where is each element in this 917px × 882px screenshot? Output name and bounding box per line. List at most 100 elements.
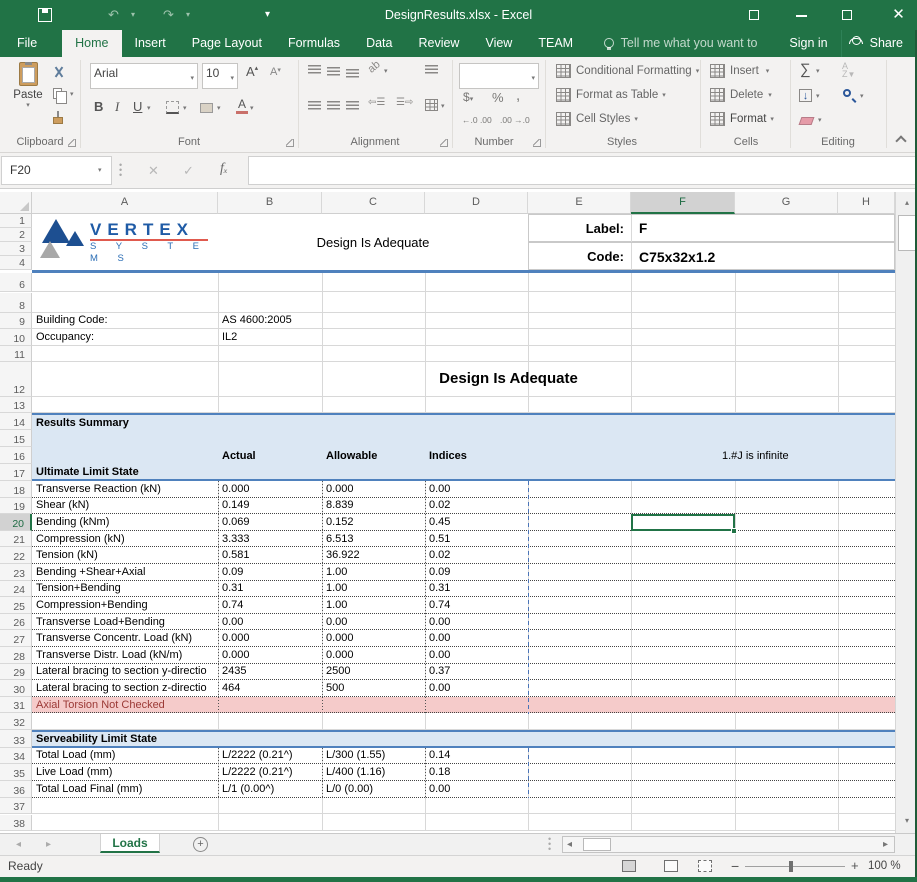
maximize-button[interactable] [832, 0, 862, 30]
tab-page-layout[interactable]: Page Layout [179, 30, 275, 57]
cell-D23[interactable]: 0.09 [425, 564, 528, 580]
cell-D29[interactable]: 0.37 [425, 664, 528, 680]
cell-B19[interactable]: 0.149 [218, 498, 322, 514]
header-title-cell[interactable]: Design Is Adequate [218, 214, 528, 270]
cell-D20[interactable]: 0.45 [425, 514, 528, 530]
cell-A22[interactable]: Tension (kN) [32, 547, 218, 563]
bold-button[interactable]: B [94, 99, 103, 114]
cell-C27[interactable]: 0.000 [322, 630, 425, 646]
clear-icon[interactable] [799, 117, 815, 125]
cell-B9[interactable]: AS 4600:2005 [218, 313, 322, 329]
cell-C28[interactable]: 0.000 [322, 647, 425, 663]
paste-button[interactable]: Paste ▾ [8, 62, 48, 109]
hscroll-right-icon[interactable]: ▸ [883, 837, 888, 853]
borders-dropdown-icon[interactable]: ▾ [183, 104, 187, 112]
row-header-23[interactable]: 23 [0, 564, 32, 581]
cell-C22[interactable]: 36.922 [322, 547, 425, 563]
column-header-h[interactable]: H [838, 192, 895, 214]
find-select-icon[interactable] [843, 89, 851, 97]
row-header-33[interactable]: 33 [0, 730, 32, 748]
row-header-35[interactable]: 35 [0, 764, 32, 781]
autosum-dropdown-icon[interactable]: ▾ [816, 67, 820, 75]
clear-dropdown-icon[interactable]: ▾ [818, 116, 822, 124]
cell-A31[interactable]: Axial Torsion Not Checked [32, 697, 218, 713]
cell-C23[interactable]: 1.00 [322, 564, 425, 580]
cell-D18[interactable]: 0.00 [425, 481, 528, 497]
row-header-12[interactable]: 12 [0, 362, 32, 397]
cell-D30[interactable]: 0.00 [425, 680, 528, 696]
underline-dropdown-icon[interactable]: ▾ [147, 104, 151, 112]
tab-team[interactable]: TEAM [525, 30, 586, 57]
row-header-1[interactable]: 1 [0, 214, 32, 228]
comma-style-icon[interactable]: , [516, 87, 520, 104]
cell-B23[interactable]: 0.09 [218, 564, 322, 580]
tab-file[interactable]: File [0, 30, 54, 57]
cell-B24[interactable]: 0.31 [218, 581, 322, 597]
cell-D25[interactable]: 0.74 [425, 597, 528, 613]
number-dialog-launcher-icon[interactable] [533, 139, 541, 147]
cell-A23[interactable]: Bending +Shear+Axial [32, 564, 218, 580]
clipboard-dialog-launcher-icon[interactable] [68, 139, 76, 147]
tab-formulas[interactable]: Formulas [275, 30, 353, 57]
row-header-37[interactable]: 37 [0, 798, 32, 815]
zoom-level[interactable]: 100 % [868, 860, 901, 872]
cell-D22[interactable]: 0.02 [425, 547, 528, 563]
column-header-e[interactable]: E [528, 192, 631, 214]
row-header-24[interactable]: 24 [0, 581, 32, 598]
align-middle-icon[interactable] [327, 67, 340, 76]
align-center-icon[interactable] [327, 101, 340, 110]
shrink-font-icon[interactable]: A▾ [270, 66, 281, 78]
row-header-11[interactable]: 11 [0, 346, 32, 363]
close-button[interactable]: ✕ [880, 0, 917, 30]
column-header-a[interactable]: A [32, 192, 218, 214]
row-header-9[interactable]: 9 [0, 313, 32, 330]
cell-B18[interactable]: 0.000 [218, 481, 322, 497]
cell-C24[interactable]: 1.00 [322, 581, 425, 597]
page-layout-view-icon[interactable] [664, 860, 678, 872]
sheet-nav-prev-icon[interactable]: ◂ [16, 834, 21, 855]
row-header-6[interactable]: 6 [0, 273, 32, 292]
cell-C36[interactable]: L/0 (0.00) [322, 781, 425, 797]
cell-B22[interactable]: 0.581 [218, 547, 322, 563]
cell-C21[interactable]: 6.513 [322, 531, 425, 547]
tell-me-text[interactable]: Tell me what you want to do... [621, 30, 777, 57]
font-color-icon[interactable]: A [236, 99, 248, 114]
format-as-table-button[interactable]: Format as Table▾ [556, 88, 666, 102]
row-header-14[interactable]: 14 [0, 413, 32, 430]
row-header-16[interactable]: 16 [0, 447, 32, 464]
cell-B10[interactable]: IL2 [218, 329, 322, 345]
tab-review[interactable]: Review [405, 30, 472, 57]
font-dialog-launcher-icon[interactable] [286, 139, 294, 147]
font-size-combobox[interactable]: 10▾ [202, 63, 238, 89]
cell-A17[interactable]: Ultimate Limit State [32, 464, 218, 479]
orientation-icon[interactable]: ab [366, 58, 383, 75]
font-name-combobox[interactable]: Arial▾ [90, 63, 198, 89]
scroll-up-icon[interactable]: ▴ [898, 194, 916, 212]
row-header-26[interactable]: 26 [0, 614, 32, 631]
horizontal-scroll-thumb[interactable] [583, 838, 611, 851]
row-header-34[interactable]: 34 [0, 748, 32, 765]
name-box-dropdown-icon[interactable]: ▾ [98, 157, 102, 184]
cell-B29[interactable]: 2435 [218, 664, 322, 680]
alignment-dialog-launcher-icon[interactable] [440, 139, 448, 147]
row-header-13[interactable]: 13 [0, 397, 32, 414]
cut-icon[interactable] [52, 65, 66, 79]
name-box[interactable]: F20 ▾ [1, 156, 112, 185]
zoom-slider-track[interactable] [745, 866, 845, 867]
font-color-dropdown-icon[interactable]: ▾ [250, 104, 254, 112]
row-header-29[interactable]: 29 [0, 664, 32, 681]
cell-B16[interactable]: Actual [218, 447, 322, 464]
ribbon-display-options-icon[interactable] [740, 0, 770, 30]
cell-B26[interactable]: 0.00 [218, 614, 322, 630]
cell-A33[interactable]: Serveability Limit State [32, 732, 218, 746]
sheet-tab-loads[interactable]: Loads [100, 834, 160, 853]
vertical-scrollbar[interactable]: ▴ ▾ [895, 192, 917, 833]
formula-input[interactable] [248, 156, 916, 185]
cell-A21[interactable]: Compression (kN) [32, 531, 218, 547]
row-header-30[interactable]: 30 [0, 680, 32, 697]
row-header-4[interactable]: 4 [0, 256, 32, 270]
label-box[interactable]: Label: F [528, 214, 895, 242]
row-header-22[interactable]: 22 [0, 547, 32, 564]
tell-me-box[interactable]: Tell me what you want to do... [604, 30, 776, 57]
cell-D21[interactable]: 0.51 [425, 531, 528, 547]
